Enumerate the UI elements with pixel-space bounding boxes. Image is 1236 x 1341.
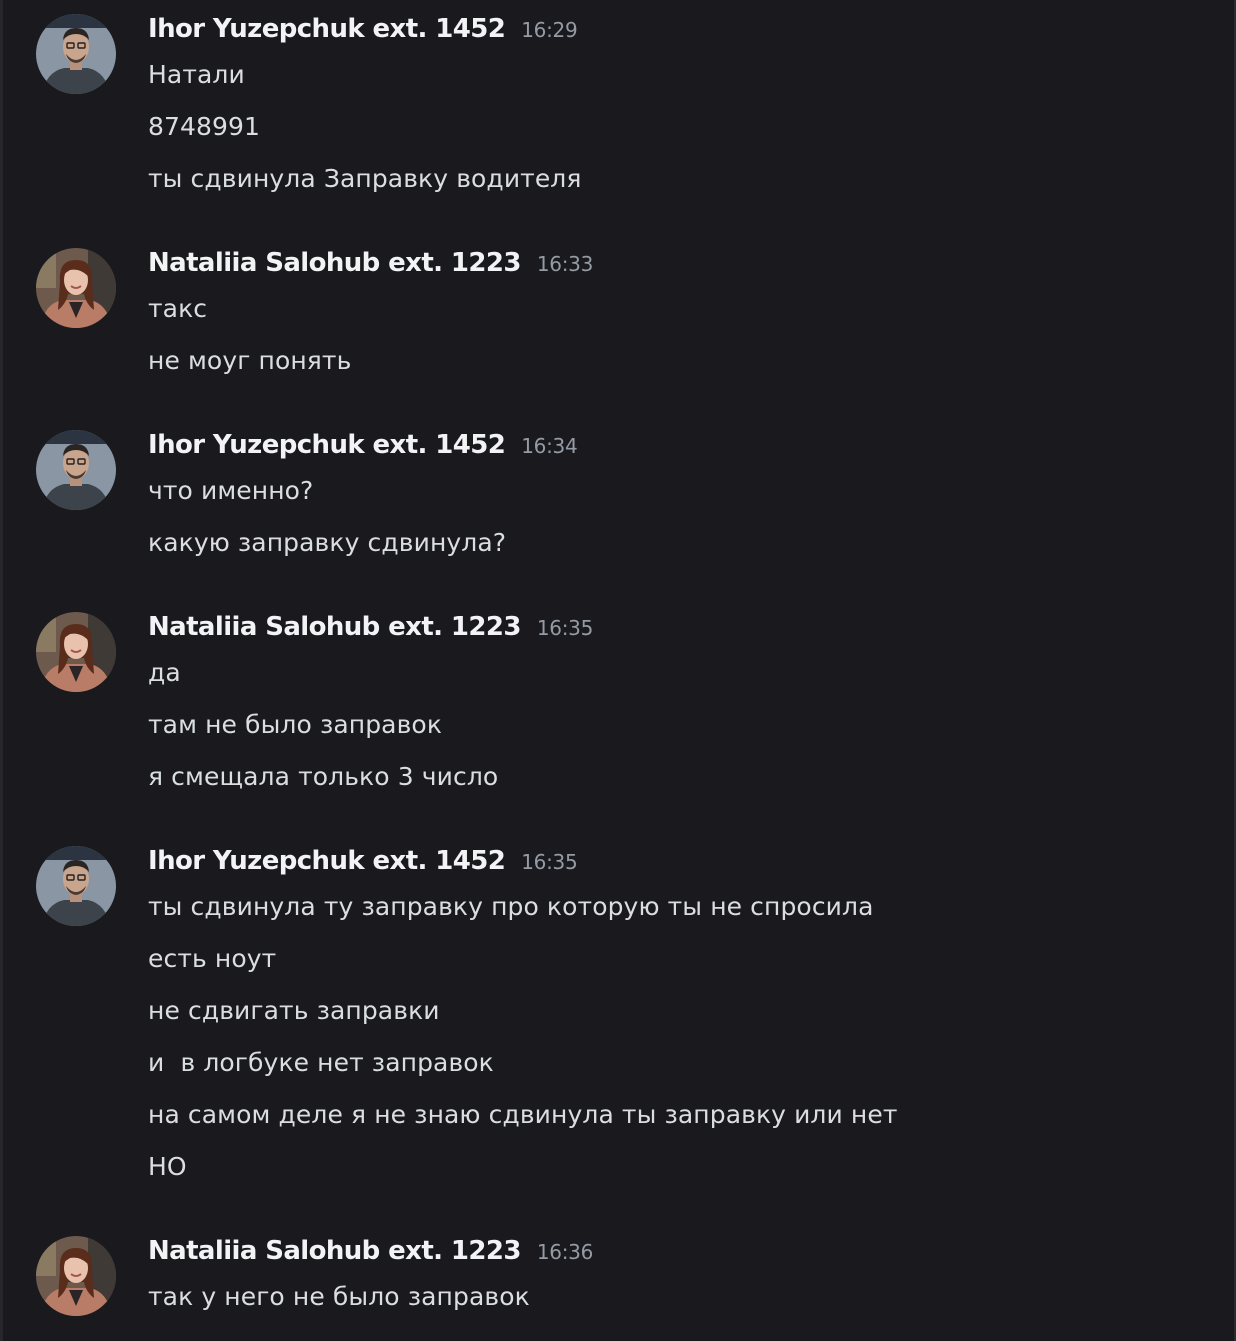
timestamp[interactable]: 16:33 <box>537 252 593 276</box>
message-text: есть ноут <box>148 944 277 973</box>
author-name[interactable]: Nataliia Salohub ext. 1223 <box>148 248 521 278</box>
message-text: ты сдвинула Заправку водителя <box>148 164 582 193</box>
message-text: что именно? <box>148 476 314 505</box>
message-header: Ihor Yuzepchuk ext. 1452 16:35 <box>148 846 578 880</box>
message-header: Nataliia Salohub ext. 1223 16:35 <box>148 612 593 646</box>
man-portrait-avatar[interactable] <box>36 14 116 94</box>
avatar-image <box>36 430 116 510</box>
message-text: там не было заправок <box>148 710 443 739</box>
timestamp[interactable]: 16:29 <box>521 18 577 42</box>
message-header: Ihor Yuzepchuk ext. 1452 16:34 <box>148 430 578 464</box>
message-text: такс <box>148 294 208 323</box>
avatar-image <box>36 846 116 926</box>
message-text: 8748991 <box>148 112 261 141</box>
woman-portrait-avatar[interactable] <box>36 248 116 328</box>
author-name[interactable]: Ihor Yuzepchuk ext. 1452 <box>148 430 506 460</box>
woman-portrait-avatar[interactable] <box>36 612 116 692</box>
message-text: ты сдвинула ту заправку про которую ты н… <box>148 892 874 921</box>
message-text: Натали <box>148 60 245 89</box>
timestamp[interactable]: 16:36 <box>537 1240 593 1264</box>
woman-portrait-avatar[interactable] <box>36 1236 116 1316</box>
timestamp[interactable]: 16:34 <box>521 434 577 458</box>
message-text: не моуг понять <box>148 346 352 375</box>
message-header: Nataliia Salohub ext. 1223 16:33 <box>148 248 593 282</box>
message-header: Ihor Yuzepchuk ext. 1452 16:29 <box>148 14 578 48</box>
avatar-image <box>36 248 116 328</box>
author-name[interactable]: Nataliia Salohub ext. 1223 <box>148 1236 521 1266</box>
message-text: и в логбуке нет заправок <box>148 1048 494 1077</box>
author-name[interactable]: Nataliia Salohub ext. 1223 <box>148 612 521 642</box>
message-text: НО <box>148 1152 187 1181</box>
author-name[interactable]: Ihor Yuzepchuk ext. 1452 <box>148 846 506 876</box>
man-portrait-avatar[interactable] <box>36 846 116 926</box>
message-text: так у него не было заправок <box>148 1282 530 1311</box>
message-text: да <box>148 658 181 687</box>
timestamp[interactable]: 16:35 <box>521 850 577 874</box>
avatar-image <box>36 1236 116 1316</box>
message-text: на самом деле я не знаю сдвинула ты запр… <box>148 1100 898 1129</box>
timestamp[interactable]: 16:35 <box>537 616 593 640</box>
message-text: я смещала только 3 число <box>148 762 499 791</box>
message-text: не сдвигать заправки <box>148 996 440 1025</box>
author-name[interactable]: Ihor Yuzepchuk ext. 1452 <box>148 14 506 44</box>
avatar-image <box>36 612 116 692</box>
man-portrait-avatar[interactable] <box>36 430 116 510</box>
left-panel-edge <box>0 0 3 1341</box>
message-header: Nataliia Salohub ext. 1223 16:36 <box>148 1236 593 1270</box>
avatar-image <box>36 14 116 94</box>
message-text: какую заправку сдвинула? <box>148 528 507 557</box>
